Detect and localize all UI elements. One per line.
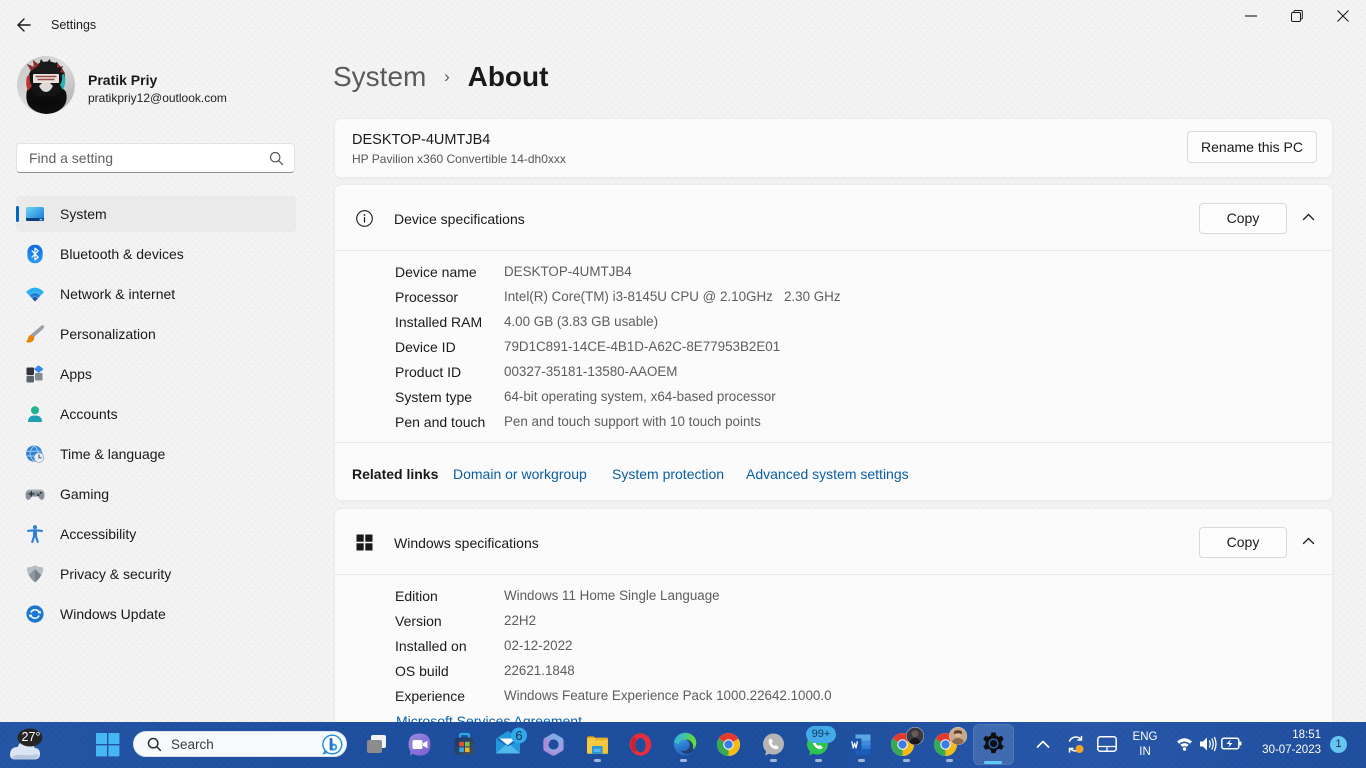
svg-text:6: 6 xyxy=(515,728,522,743)
